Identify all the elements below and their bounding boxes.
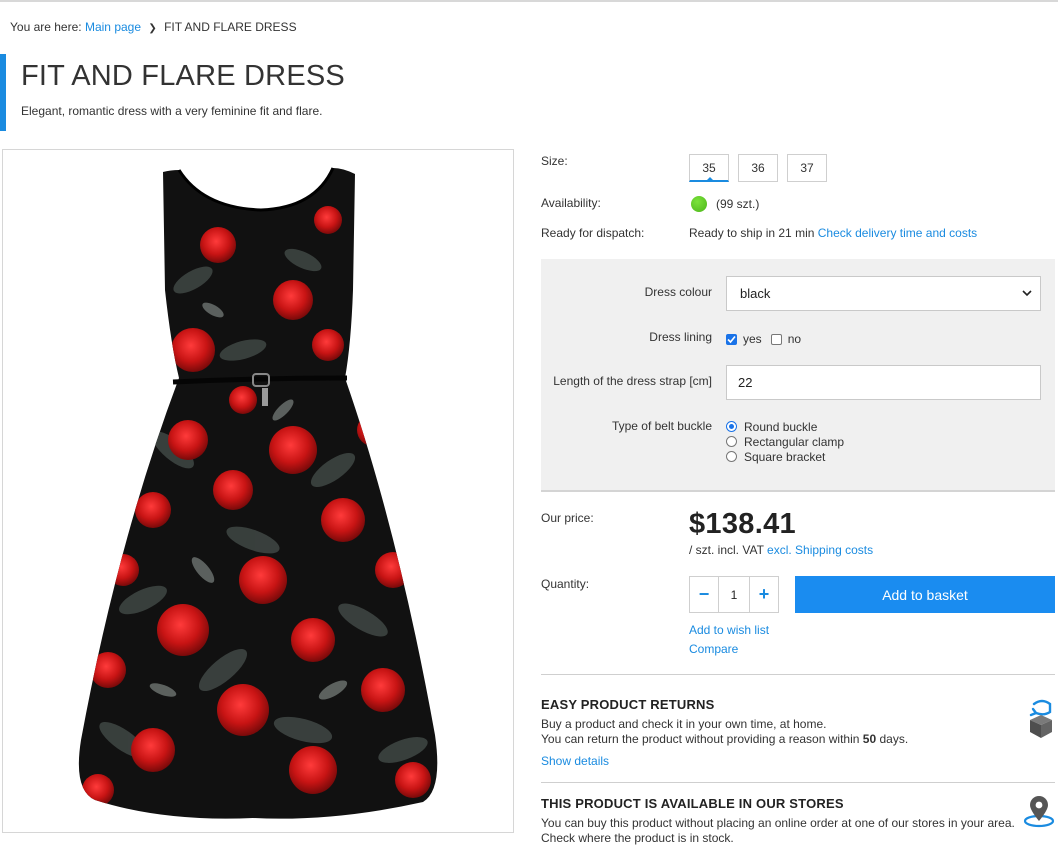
product-header: FIT AND FLARE DRESS Elegant, romantic dr… [0, 54, 600, 131]
section-divider [541, 674, 1055, 675]
in-stock-dot-icon [691, 196, 707, 212]
quantity-input[interactable]: 1 [718, 577, 750, 612]
returns-line-2-text: You can return the product without provi… [541, 732, 860, 746]
quantity-increase-button[interactable]: + [750, 577, 778, 612]
section-divider-2 [541, 782, 1055, 783]
returns-line-2: You can return the product without provi… [541, 732, 908, 747]
dress-lining-label: Dress lining [649, 330, 712, 344]
lining-no-checkbox[interactable] [770, 333, 782, 345]
dress-illustration [78, 167, 438, 819]
lining-yes-label: yes [743, 332, 762, 346]
stores-title: THIS PRODUCT IS AVAILABLE IN OUR STORES [541, 796, 844, 811]
quantity-decrease-button[interactable]: − [690, 577, 718, 612]
breadcrumb-separator-icon: ❯ [148, 23, 157, 34]
returns-text: Buy a product and check it in your own t… [541, 717, 908, 747]
size-option-37[interactable]: 37 [787, 154, 827, 182]
belt-buckle-label: Type of belt buckle [611, 419, 712, 433]
top-divider [0, 0, 1058, 2]
lining-no-label: no [787, 332, 802, 346]
map-pin-icon [1023, 796, 1055, 828]
radio-round-buckle[interactable] [726, 421, 737, 432]
returns-line-1: Buy a product and check it in your own t… [541, 717, 827, 731]
availability-status: (99 szt.) [691, 196, 759, 212]
breadcrumb: You are here: Main page ❯ FIT AND FLARE … [10, 20, 297, 34]
breadcrumb-current: FIT AND FLARE DRESS [164, 20, 297, 34]
size-option-36[interactable]: 36 [738, 154, 778, 182]
add-to-basket-button[interactable]: Add to basket [795, 576, 1055, 613]
stores-line-2: Check where the product is in stock. [541, 831, 734, 845]
returns-details-link[interactable]: Show details [541, 754, 609, 768]
product-price: $138.41 [689, 508, 796, 540]
dispatch-info: Ready to ship in 21 min Check delivery t… [689, 226, 977, 240]
returns-title: EASY PRODUCT RETURNS [541, 697, 715, 712]
chevron-down-icon [1022, 290, 1032, 297]
checkmark-icon [727, 335, 736, 343]
buckle-square-label: Square bracket [744, 449, 826, 464]
buckle-rectangular-label: Rectangular clamp [744, 434, 845, 449]
returns-days: 50 [862, 732, 877, 746]
dress-colour-select[interactable]: black [726, 276, 1041, 311]
availability-label: Availability: [541, 196, 601, 210]
belt-buckle-options: Round buckle Rectangular clamp Square br… [726, 419, 844, 464]
availability-value: (99 szt.) [716, 197, 760, 211]
breadcrumb-prefix: You are here: [10, 20, 82, 34]
delivery-costs-link[interactable]: Check delivery time and costs [818, 226, 977, 240]
dress-lining-options: yes no [726, 332, 801, 346]
price-note: / szt. incl. VAT excl. Shipping costs [689, 543, 873, 557]
radio-rectangular-clamp[interactable] [726, 436, 737, 447]
stores-text: You can buy this product without placing… [541, 816, 1015, 846]
dress-colour-label: Dress colour [644, 285, 712, 299]
buckle-option-round[interactable]: Round buckle [726, 419, 844, 434]
buckle-option-square[interactable]: Square bracket [726, 449, 844, 464]
return-box-icon [1029, 699, 1052, 738]
compare-link[interactable]: Compare [689, 642, 738, 656]
dispatch-label: Ready for dispatch: [541, 226, 645, 240]
dispatch-value: Ready to ship in 21 min [689, 226, 815, 240]
buckle-option-rectangular[interactable]: Rectangular clamp [726, 434, 844, 449]
lining-yes-checkbox[interactable] [726, 333, 737, 345]
size-option-35[interactable]: 35 [689, 154, 729, 182]
wishlist-link[interactable]: Add to wish list [689, 623, 769, 637]
buckle-round-label: Round buckle [744, 419, 818, 434]
product-options-panel: Dress colour black Dress lining yes no L… [541, 259, 1055, 492]
product-image[interactable] [2, 149, 514, 833]
price-label: Our price: [541, 511, 594, 525]
size-selector: 35 36 37 [689, 154, 827, 182]
breadcrumb-home-link[interactable]: Main page [85, 20, 141, 34]
dress-colour-value: black [740, 286, 771, 301]
stores-line-1: You can buy this product without placing… [541, 816, 1015, 830]
vat-note: / szt. incl. VAT [689, 543, 764, 557]
quantity-stepper: − 1 + [689, 576, 779, 613]
quantity-label: Quantity: [541, 577, 590, 591]
page-title: FIT AND FLARE DRESS [21, 60, 345, 92]
returns-line-2-end: days. [879, 732, 909, 746]
size-label: Size: [541, 154, 568, 168]
strap-length-input[interactable]: 22 [726, 365, 1041, 400]
strap-length-label: Length of the dress strap [cm] [553, 374, 712, 388]
shipping-costs-link[interactable]: excl. Shipping costs [767, 543, 873, 557]
product-subtitle: Elegant, romantic dress with a very femi… [21, 104, 323, 118]
radio-square-bracket[interactable] [726, 451, 737, 462]
